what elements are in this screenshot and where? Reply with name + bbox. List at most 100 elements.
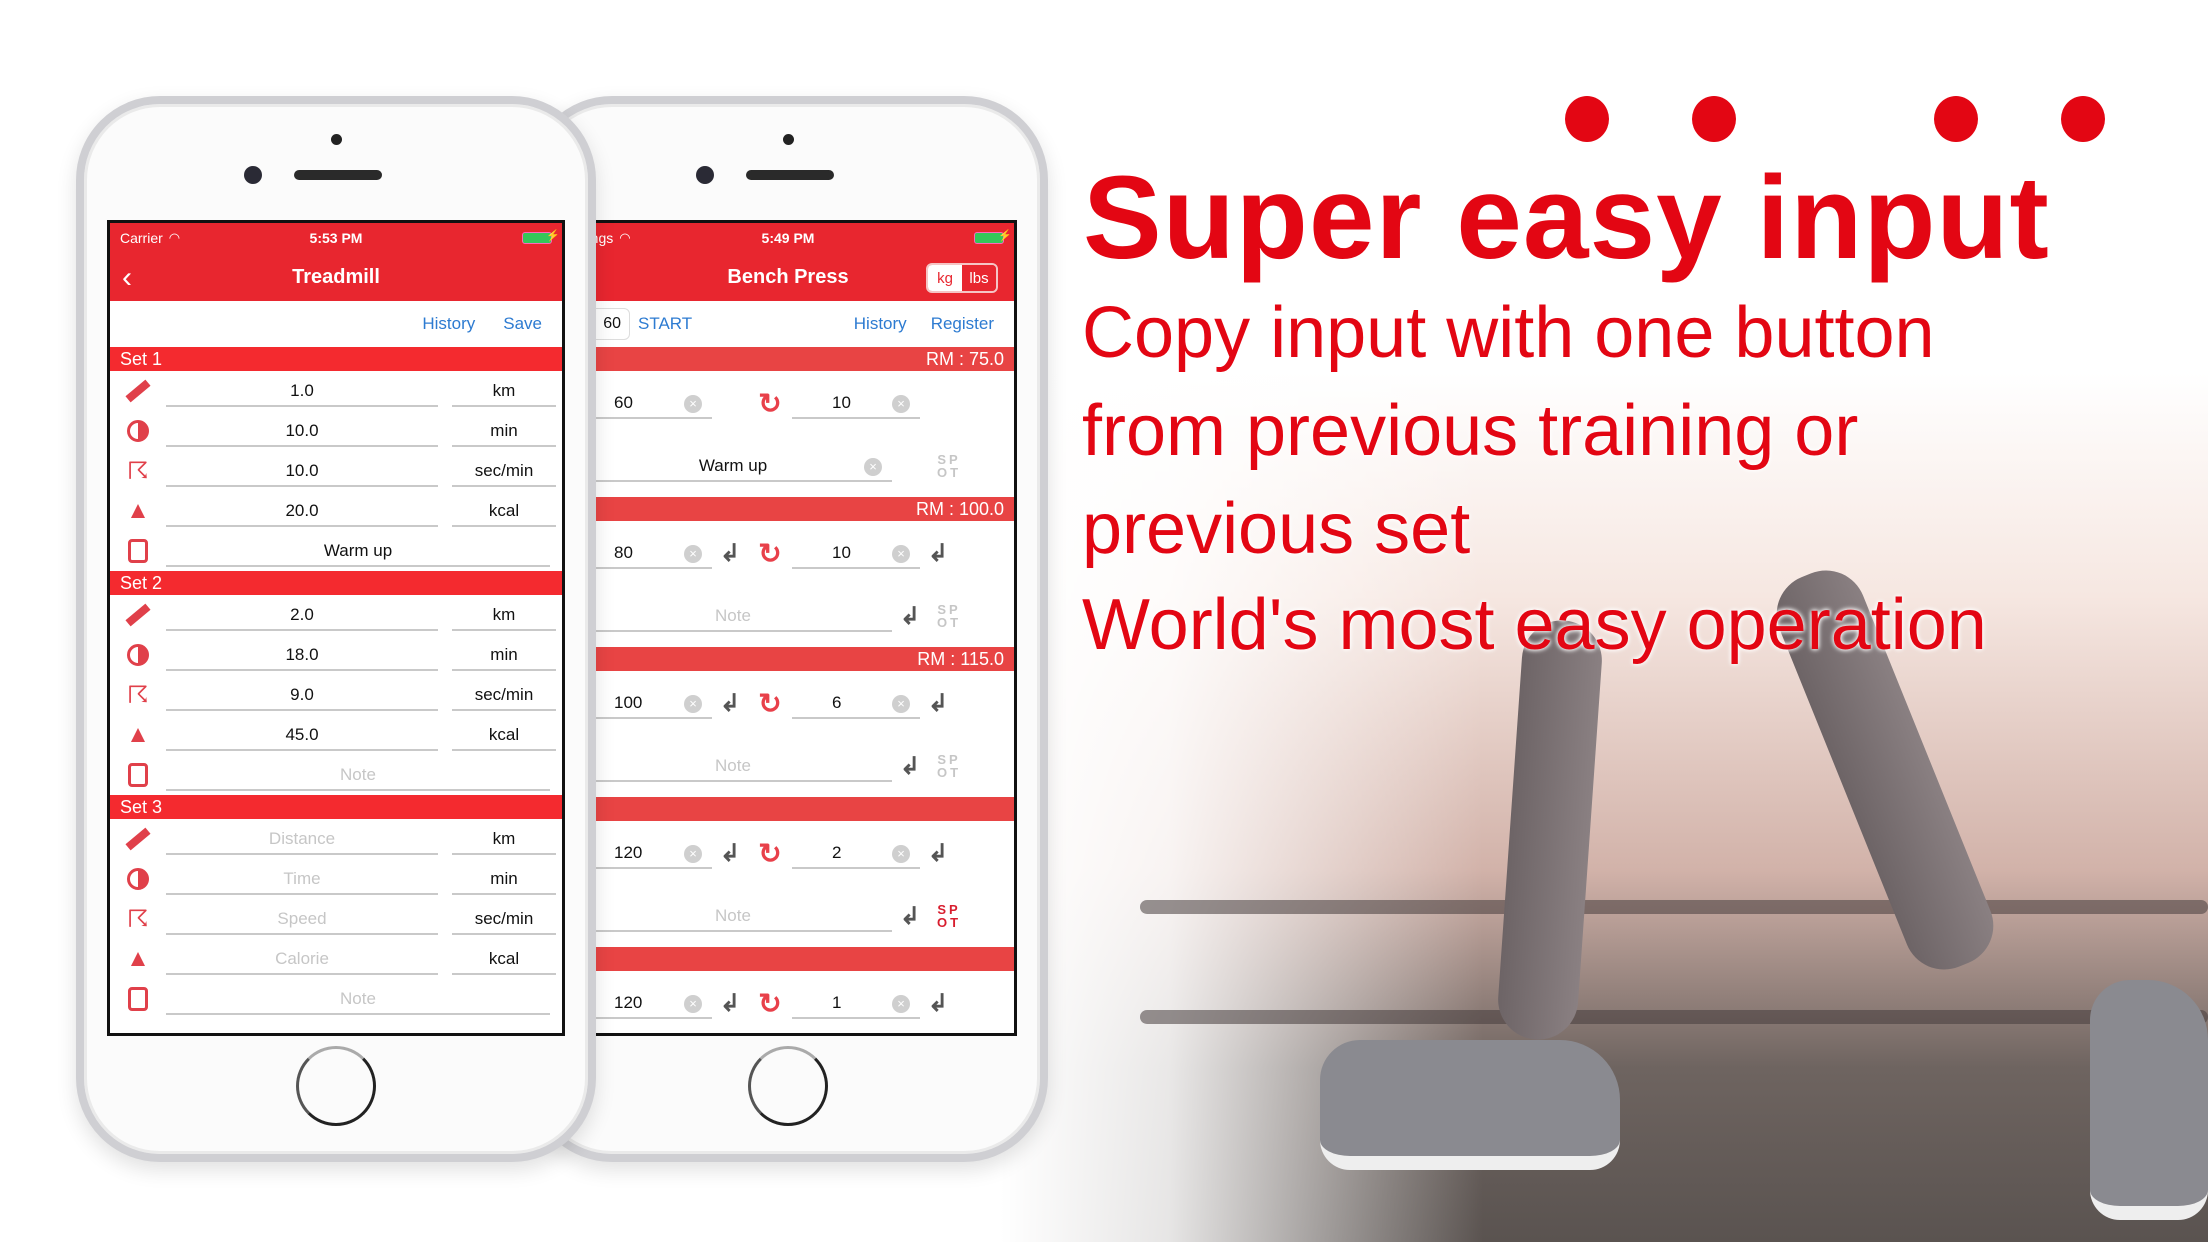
clear-icon[interactable]: × <box>892 845 910 863</box>
note-icon <box>110 763 166 787</box>
nav-bar: Bench Press kg lbs <box>562 253 1014 301</box>
runner-icon: ☈ <box>127 457 149 485</box>
save-button[interactable]: Save <box>503 314 542 334</box>
calorie-input[interactable]: 20.0 <box>166 495 438 527</box>
rm-value: RM : 75.0 <box>925 348 1004 369</box>
note-input[interactable]: Note <box>574 600 892 632</box>
spot-toggle[interactable]: SP OT <box>932 903 966 929</box>
refresh-icon[interactable]: ↻ <box>748 537 792 570</box>
clear-icon[interactable]: × <box>684 845 702 863</box>
copy-previous-icon[interactable]: ↲ <box>712 989 748 1018</box>
treadmill-screen: Carrier ◠ 5:53 PM ⚡ ‹ Treadmill History … <box>107 220 565 1036</box>
clear-icon[interactable]: × <box>684 545 702 563</box>
earpiece <box>746 170 834 180</box>
reps-value: 10 <box>832 393 851 412</box>
ruler-icon <box>110 603 166 627</box>
distance-input[interactable]: 1.0 <box>166 375 438 407</box>
note-input[interactable]: Note <box>574 900 892 932</box>
promo-headline: Super easy input <box>1083 152 2050 284</box>
clear-icon[interactable]: × <box>892 995 910 1013</box>
reps-input[interactable]: 1 × <box>792 987 920 1019</box>
speed-input[interactable]: 10.0 <box>166 455 438 487</box>
distance-input[interactable]: 2.0 <box>166 599 438 631</box>
home-button[interactable] <box>296 1046 376 1126</box>
unit-toggle[interactable]: kg lbs <box>926 263 998 293</box>
clear-icon[interactable]: × <box>864 458 882 476</box>
charging-icon: ⚡ <box>546 230 560 242</box>
time-input[interactable]: Time <box>166 863 438 895</box>
refresh-icon[interactable]: ↻ <box>748 387 792 420</box>
clear-icon[interactable]: × <box>684 995 702 1013</box>
distance-input[interactable]: Distance <box>166 823 438 855</box>
rm-value: RM : 100.0 <box>915 498 1004 519</box>
history-button[interactable]: History <box>422 314 475 334</box>
history-button[interactable]: History <box>854 314 907 334</box>
field-row: ▲ 45.0 kcal <box>110 715 562 755</box>
nav-bar: ‹ Treadmill <box>110 253 562 301</box>
calorie-input[interactable]: Calorie <box>166 943 438 975</box>
unit-option-lbs[interactable]: lbs <box>962 265 996 291</box>
copy-previous-icon[interactable]: ↲ <box>892 902 928 931</box>
unit-label: km <box>452 375 556 407</box>
refresh-icon[interactable]: ↻ <box>748 987 792 1020</box>
speed-input[interactable]: 9.0 <box>166 679 438 711</box>
copy-previous-icon[interactable]: ↲ <box>712 839 748 868</box>
copy-previous-icon[interactable]: ↲ <box>920 689 956 718</box>
weight-reps-row: 100 × ↲ ↻ 6 × ↲ <box>562 671 1014 735</box>
flame-icon: ▲ <box>126 721 150 748</box>
time-input[interactable]: 10.0 <box>166 415 438 447</box>
front-camera <box>696 166 714 184</box>
weight-reps-row: 80 × ↲ ↻ 10 × ↲ <box>562 521 1014 585</box>
calorie-input[interactable]: 45.0 <box>166 719 438 751</box>
note-input[interactable]: Warm up <box>166 535 550 567</box>
reps-input[interactable]: 2 × <box>792 837 920 869</box>
clear-icon[interactable]: × <box>892 545 910 563</box>
charging-icon: ⚡ <box>998 230 1012 242</box>
register-button[interactable]: Register <box>931 314 994 334</box>
note-input[interactable]: Note <box>166 759 550 791</box>
copy-previous-icon[interactable]: ↲ <box>712 689 748 718</box>
copy-previous-icon[interactable]: ↲ <box>712 539 748 568</box>
status-bar: Carrier ◠ 5:53 PM ⚡ <box>110 223 562 253</box>
time-input[interactable]: 18.0 <box>166 639 438 671</box>
clear-icon[interactable]: × <box>892 395 910 413</box>
stopwatch-icon <box>110 644 166 666</box>
reps-input[interactable]: 10 × <box>792 537 920 569</box>
status-time: 5:49 PM <box>761 230 815 246</box>
note-input[interactable]: Note <box>166 983 550 1015</box>
home-button[interactable] <box>748 1046 828 1126</box>
note-input[interactable]: Warm up × <box>574 450 892 482</box>
spot-toggle[interactable]: SP OT <box>932 453 966 479</box>
copy-previous-icon[interactable]: ↲ <box>920 539 956 568</box>
note-icon <box>110 539 166 563</box>
spot-toggle[interactable]: SP OT <box>932 603 966 629</box>
refresh-icon[interactable]: ↻ <box>748 687 792 720</box>
bench-press-screen: ettings ◠ 5:49 PM ⚡ Bench Press kg lbs 6… <box>559 220 1017 1036</box>
weight-reps-row: 60 × ↲ ↻ 10 × ↲ <box>562 371 1014 435</box>
clear-icon[interactable]: × <box>684 695 702 713</box>
rm-value: RM : 115.0 <box>917 648 1004 669</box>
reps-input[interactable]: 10 × <box>792 387 920 419</box>
promo-line: from previous training or <box>1082 391 1859 471</box>
treadmill-rail <box>1140 900 2208 914</box>
clear-icon[interactable]: × <box>892 695 910 713</box>
note-input[interactable]: Note <box>574 750 892 782</box>
speed-input[interactable]: Speed <box>166 903 438 935</box>
copy-previous-icon[interactable]: ↲ <box>920 989 956 1018</box>
runner-icon: ☈ <box>127 681 149 709</box>
phone-treadmill: Carrier ◠ 5:53 PM ⚡ ‹ Treadmill History … <box>76 96 596 1162</box>
copy-previous-icon[interactable]: ↲ <box>892 602 928 631</box>
field-row: 2.0 km <box>110 595 562 635</box>
unit-label: kcal <box>452 943 556 975</box>
note-row: Note ↲ SP OT <box>562 585 1014 647</box>
back-chevron-icon[interactable]: ‹ <box>122 261 132 295</box>
unit-option-kg[interactable]: kg <box>928 265 962 291</box>
reps-input[interactable]: 6 × <box>792 687 920 719</box>
copy-previous-icon[interactable]: ↲ <box>892 752 928 781</box>
clear-icon[interactable]: × <box>684 395 702 413</box>
treadmill-set-list: Set 1 1.0 km 10.0 min ☈ 10.0 sec/min ▲ 20.… <box>110 347 562 1019</box>
spot-toggle[interactable]: SP OT <box>932 753 966 779</box>
refresh-icon[interactable]: ↻ <box>748 837 792 870</box>
start-button[interactable]: START <box>638 314 692 334</box>
copy-previous-icon[interactable]: ↲ <box>920 839 956 868</box>
